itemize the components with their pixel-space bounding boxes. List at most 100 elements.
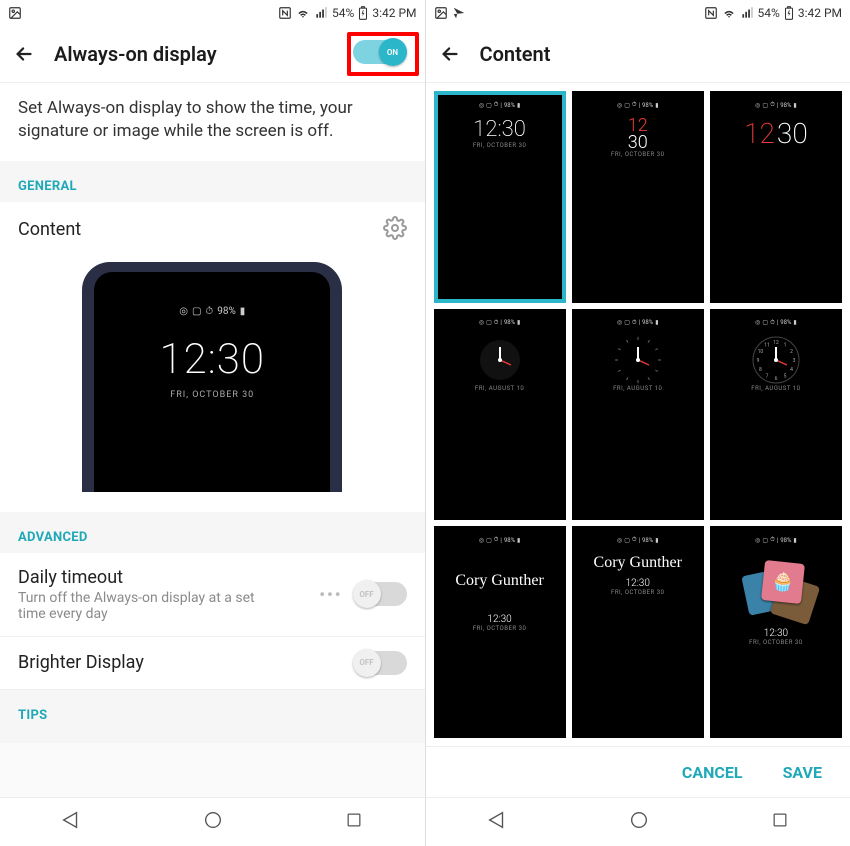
content-picker-pane: 54% 3:42 PM Content ◎▢⏱|98%▮12:30FRI, OC…	[425, 0, 850, 846]
daily-timeout-row[interactable]: Daily timeout Turn off the Always-on dis…	[0, 553, 425, 637]
svg-text:3: 3	[793, 358, 796, 364]
content-preview[interactable]: ◎▢⏱ 98% ▮ 12:30 FRI, OCTOBER 30	[0, 258, 425, 512]
tile-date: FRI, AUGUST 10	[613, 385, 662, 392]
brighter-display-toggle[interactable]: OFF	[355, 651, 407, 675]
phone-frame: ◎▢⏱ 98% ▮ 12:30 FRI, OCTOBER 30	[82, 262, 342, 492]
style-tile-5[interactable]: ◎▢⏱|98%▮121234567891011FRI, AUGUST 10	[710, 309, 842, 521]
phone-screen: ◎▢⏱ 98% ▮ 12:30 FRI, OCTOBER 30	[94, 272, 330, 492]
svg-text:9: 9	[757, 358, 760, 364]
app-bar: Always-on display ON	[0, 26, 425, 83]
tile-status-icons: ◎▢⏱|98%▮	[755, 101, 797, 109]
daily-timeout-sub: Turn off the Always-on display at a set …	[18, 590, 278, 622]
toggle-knob: OFF	[353, 580, 381, 608]
daily-timeout-toggle[interactable]: OFF	[355, 582, 407, 606]
nav-back-icon[interactable]	[486, 809, 508, 835]
style-tile-8[interactable]: ◎▢⏱|98%▮ 🧁 12:30FRI, OCTOBER 30	[710, 526, 842, 738]
tile-date: FRI, OCTOBER 30	[473, 625, 526, 632]
tile-time: 12:30	[764, 628, 788, 639]
nfc-icon	[278, 6, 292, 20]
battery-pct: 54%	[332, 6, 354, 20]
wifi-icon	[722, 6, 736, 20]
back-button[interactable]	[10, 40, 38, 68]
dialog-buttons: CANCEL SAVE	[426, 746, 850, 797]
nav-recent-icon[interactable]	[770, 810, 790, 834]
tile-status-icons: ◎▢⏱|98%▮	[617, 536, 659, 544]
tile-time: 12:30	[626, 578, 650, 589]
tile-status-icons: ◎▢⏱|98%▮	[755, 536, 797, 544]
brighter-display-row[interactable]: Brighter Display OFF	[0, 637, 425, 690]
tile-status-icons: ◎▢⏱|98%▮	[617, 319, 659, 327]
photo-stack-icon: 🧁	[741, 560, 811, 620]
nav-back-icon[interactable]	[60, 809, 82, 835]
tile-date: FRI, OCTOBER 30	[611, 151, 664, 158]
svg-text:1: 1	[784, 342, 787, 348]
tile-time: 12:30	[473, 117, 526, 142]
style-tile-7[interactable]: ◎▢⏱|98%▮Cory Gunther12:30FRI, OCTOBER 30	[572, 526, 704, 738]
preview-battery-pct: 98%	[217, 306, 236, 317]
content-label: Content	[18, 219, 371, 240]
style-tile-6[interactable]: ◎▢⏱|98%▮Cory Gunther12:30FRI, OCTOBER 30	[434, 526, 566, 738]
nav-bar	[426, 797, 850, 846]
clock-text: 3:42 PM	[372, 6, 416, 20]
style-tile-3[interactable]: ◎▢⏱|98%▮ FRI, AUGUST 10	[434, 309, 566, 521]
image-icon	[8, 6, 22, 20]
tile-hour: 12	[744, 117, 775, 150]
section-advanced: ADVANCED	[0, 512, 425, 553]
preview-date: FRI, OCTOBER 30	[170, 390, 254, 400]
style-tile-0[interactable]: ◎▢⏱|98%▮ 12:30FRI, OCTOBER 30	[434, 91, 566, 303]
signal-icon	[314, 6, 328, 20]
clock-text: 3:42 PM	[798, 6, 842, 20]
aod-toggle[interactable]: ON	[353, 40, 405, 64]
svg-text:8: 8	[759, 367, 762, 373]
battery-charging-icon	[784, 6, 794, 20]
svg-text:10: 10	[758, 349, 764, 355]
svg-text:7: 7	[766, 373, 769, 379]
style-tile-1[interactable]: ◎▢⏱|98%▮1230FRI, OCTOBER 30	[572, 91, 704, 303]
nav-bar	[0, 797, 425, 846]
page-title: Content	[480, 42, 551, 66]
nfc-icon	[704, 6, 718, 20]
back-button[interactable]	[436, 40, 464, 68]
tile-minute: 30	[628, 134, 648, 151]
section-general: GENERAL	[0, 161, 425, 202]
tile-status-icons: ◎▢⏱|98%▮	[755, 319, 797, 327]
tile-status-icons: ◎▢⏱|98%▮	[479, 101, 521, 109]
tile-date: FRI, AUGUST 10	[475, 385, 524, 392]
tile-date: FRI, AUGUST 10	[751, 385, 800, 392]
nav-home-icon[interactable]	[628, 809, 650, 835]
tile-status-icons: ◎▢⏱|98%▮	[617, 101, 659, 109]
svg-text:4: 4	[790, 367, 793, 373]
nav-home-icon[interactable]	[202, 809, 224, 835]
play-icon	[452, 6, 466, 20]
tile-date: FRI, OCTOBER 30	[473, 142, 526, 149]
battery-pct: 54%	[758, 6, 780, 20]
style-tile-4[interactable]: ◎▢⏱|98%▮ FRI, AUGUST 10	[572, 309, 704, 521]
toggle-knob: OFF	[353, 649, 381, 677]
toggle-knob: ON	[379, 38, 407, 66]
svg-text:11: 11	[764, 342, 770, 348]
content-row[interactable]: Content	[0, 202, 425, 258]
save-button[interactable]: SAVE	[783, 763, 822, 782]
cancel-button[interactable]: CANCEL	[682, 763, 743, 782]
description-text: Set Always-on display to show the time, …	[0, 83, 425, 161]
svg-text:2: 2	[790, 349, 793, 355]
tile-date: FRI, OCTOBER 30	[749, 639, 802, 646]
svg-text:6: 6	[775, 376, 778, 382]
nav-recent-icon[interactable]	[344, 810, 364, 834]
tile-signature: Cory Gunther	[594, 554, 682, 572]
tile-minute: 30	[777, 117, 808, 150]
more-icon[interactable]: •••	[319, 585, 342, 604]
gear-icon[interactable]	[383, 216, 407, 244]
preview-time: 12:30	[160, 335, 265, 384]
tile-status-icons: ◎▢⏱|98%▮	[479, 319, 521, 327]
preview-status-icons: ◎▢⏱ 98% ▮	[179, 306, 245, 317]
style-tile-2[interactable]: ◎▢⏱|98%▮ 1230	[710, 91, 842, 303]
status-bar: 54% 3:42 PM	[0, 0, 425, 26]
page-title: Always-on display	[54, 42, 217, 66]
style-grid: ◎▢⏱|98%▮12:30FRI, OCTOBER 30◎▢⏱|98%▮1230…	[426, 83, 850, 746]
daily-timeout-title: Daily timeout	[18, 567, 307, 588]
tile-signature: Cory Gunther	[455, 572, 543, 590]
settings-body: Set Always-on display to show the time, …	[0, 83, 425, 797]
app-bar: Content	[426, 26, 850, 83]
tile-time: 12:30	[487, 614, 511, 625]
